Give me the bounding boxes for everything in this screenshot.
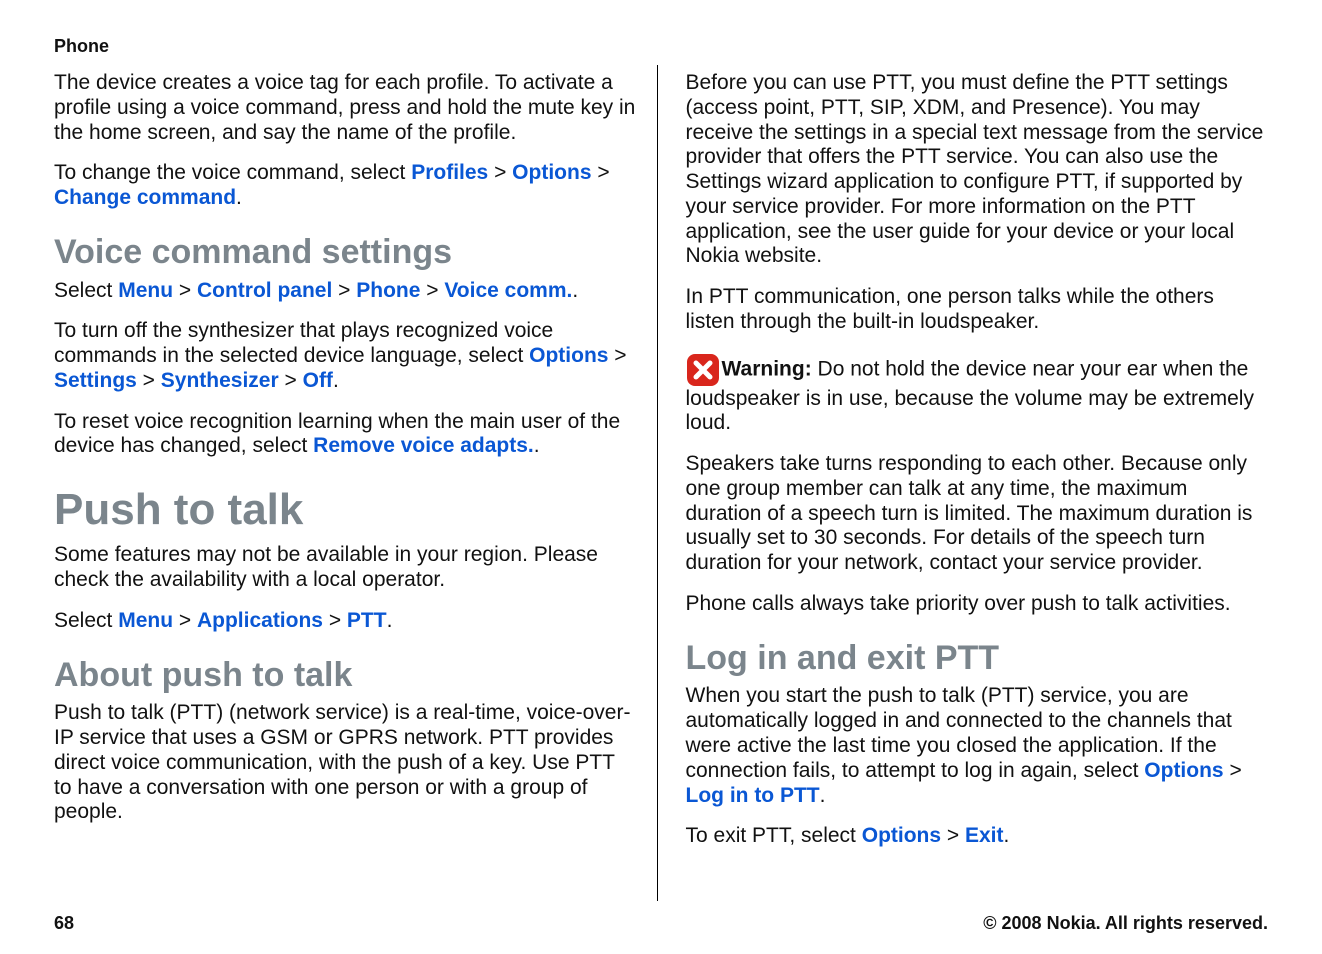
ui-path-remove-voice-adapts: Remove voice adapts. [313,434,534,457]
ui-path-control-panel: Control panel [197,279,332,302]
separator-gt: > [420,279,444,302]
ui-path-menu: Menu [118,609,173,632]
separator-gt: > [332,279,356,302]
left-column: The device creates a voice tag for each … [54,65,658,901]
body-text: To change the voice command, select Prof… [54,161,637,211]
warning-label: Warning: [722,357,818,380]
period: . [387,609,393,632]
ui-path-applications: Applications [197,609,323,632]
content-columns: The device creates a voice tag for each … [54,65,1268,901]
heading-about-push-to-talk: About push to talk [54,658,637,694]
body-text: Some features may not be available in yo… [54,543,637,593]
body-text: In PTT communication, one person talks w… [686,285,1269,335]
body-text: Select Menu > Applications > PTT. [54,609,637,634]
ui-path-options: Options [512,161,591,184]
heading-voice-command-settings: Voice command settings [54,235,637,271]
body-text: To turn off the synthesizer that plays r… [54,319,637,393]
separator-gt: > [488,161,512,184]
body-text: Phone calls always take priority over pu… [686,592,1269,617]
ui-path-phone: Phone [356,279,420,302]
separator-gt: > [173,279,197,302]
ui-path-log-in-to-ptt: Log in to PTT [686,784,820,807]
ui-path-exit: Exit [965,824,1004,847]
body-text: Speakers take turns responding to each o… [686,452,1269,576]
ui-path-profiles: Profiles [411,161,488,184]
period: . [236,186,242,209]
ui-path-synthesizer: Synthesizer [161,369,279,392]
ui-path-voice-comm: Voice comm. [444,279,572,302]
text: To exit PTT, select [686,824,862,847]
page-number: 68 [54,913,74,934]
body-text: To exit PTT, select Options > Exit. [686,824,1269,849]
copyright: © 2008 Nokia. All rights reserved. [983,913,1268,934]
separator-gt: > [1224,759,1242,782]
heading-log-in-exit-ptt: Log in and exit PTT [686,641,1269,677]
warning-block: Warning: Do not hold the device near you… [686,353,1269,437]
ui-path-options: Options [862,824,941,847]
heading-push-to-talk: Push to talk [54,487,637,533]
ui-path-off: Off [303,369,333,392]
ui-path-ptt: PTT [347,609,387,632]
right-column: Before you can use PTT, you must define … [686,65,1269,901]
ui-path-change-command: Change command [54,186,236,209]
page-footer: 68 © 2008 Nokia. All rights reserved. [54,913,1268,934]
ui-path-menu: Menu [118,279,173,302]
separator-gt: > [608,344,626,367]
period: . [820,784,826,807]
period: . [1004,824,1010,847]
separator-gt: > [173,609,197,632]
ui-path-settings: Settings [54,369,137,392]
separator-gt: > [592,161,610,184]
text: To turn off the synthesizer that plays r… [54,319,553,367]
text: Select [54,279,118,302]
period: . [572,279,578,302]
ui-path-options: Options [529,344,608,367]
period: . [333,369,339,392]
separator-gt: > [323,609,347,632]
warning-icon [686,353,720,387]
separator-gt: > [137,369,161,392]
page: Phone The device creates a voice tag for… [0,0,1322,954]
body-text: To reset voice recognition learning when… [54,410,637,460]
text: Select [54,609,118,632]
body-text: Before you can use PTT, you must define … [686,71,1269,269]
text: To change the voice command, select [54,161,411,184]
period: . [534,434,540,457]
body-text: The device creates a voice tag for each … [54,71,637,145]
body-text: Select Menu > Control panel > Phone > Vo… [54,279,637,304]
separator-gt: > [941,824,965,847]
body-text: When you start the push to talk (PTT) se… [686,684,1269,808]
separator-gt: > [279,369,303,392]
page-header: Phone [54,36,1268,57]
ui-path-options: Options [1144,759,1223,782]
body-text: Push to talk (PTT) (network service) is … [54,701,637,825]
